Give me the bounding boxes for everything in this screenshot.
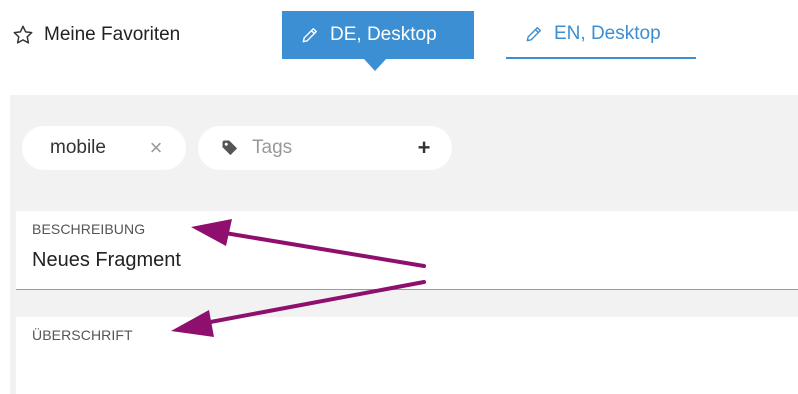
tag-icon xyxy=(222,140,238,156)
tab-de-desktop[interactable]: DE, Desktop xyxy=(282,11,474,71)
remove-tag-button[interactable]: × xyxy=(144,136,168,160)
pencil-icon xyxy=(302,28,317,43)
description-value[interactable]: Neues Fragment xyxy=(32,249,181,272)
favorites-button[interactable]: Meine Favoriten xyxy=(12,20,180,50)
pencil-icon xyxy=(526,27,541,42)
headline-label: ÜBERSCHRIFT xyxy=(32,327,133,343)
star-outline-icon xyxy=(13,25,33,44)
tags-input[interactable] xyxy=(252,137,402,159)
fragment-editor: mobile × + BESCHREIBUNG Neues Fragment Ü… xyxy=(10,95,798,394)
tab-en-desktop[interactable]: EN, Desktop xyxy=(506,11,696,59)
tag-chip-mobile: mobile × xyxy=(22,126,186,170)
tags-input-chip[interactable]: + xyxy=(198,126,452,170)
tab-de-label: DE, Desktop xyxy=(330,24,437,45)
headline-field[interactable]: ÜBERSCHRIFT xyxy=(16,317,798,394)
editor-header: Meine Favoriten DE, Desktop EN, Desktop xyxy=(0,0,798,95)
tab-en-label: EN, Desktop xyxy=(554,23,661,44)
tag-chip-label: mobile xyxy=(50,137,106,158)
favorites-label: Meine Favoriten xyxy=(44,24,181,45)
description-field[interactable]: BESCHREIBUNG Neues Fragment xyxy=(16,211,798,290)
add-tag-button[interactable]: + xyxy=(412,136,436,160)
description-label: BESCHREIBUNG xyxy=(32,221,146,237)
